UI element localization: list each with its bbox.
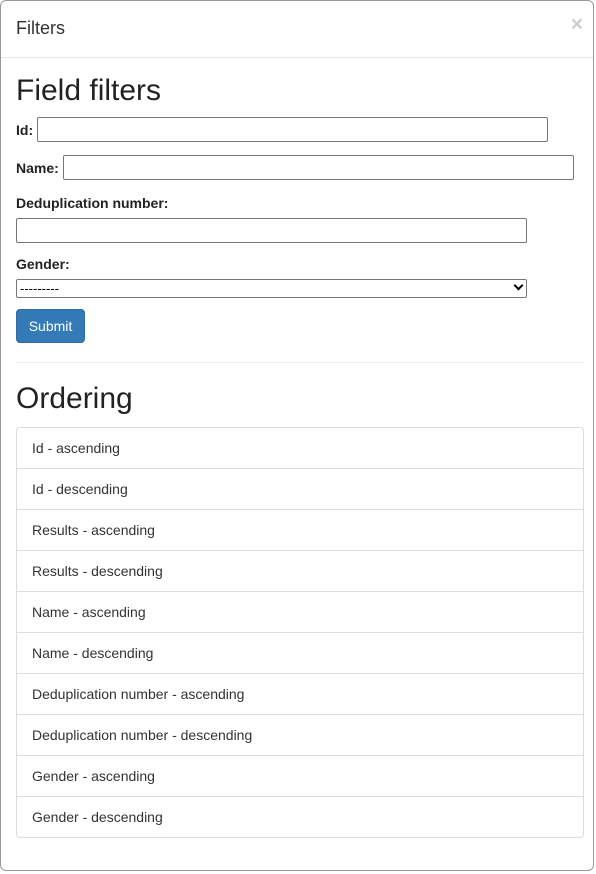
- close-icon[interactable]: ×: [571, 14, 583, 35]
- ordering-item-gender-desc[interactable]: Gender - descending: [17, 796, 583, 837]
- filters-modal: Filters × Field filters Id: Name: Dedupl…: [0, 0, 594, 871]
- gender-select[interactable]: ---------: [16, 279, 527, 298]
- id-input[interactable]: [37, 117, 549, 142]
- ordering-item-gender-asc[interactable]: Gender - ascending: [17, 755, 583, 796]
- dedup-input[interactable]: [16, 218, 527, 243]
- id-filter-row: Id:: [16, 117, 549, 142]
- field-filters-heading: Field filters: [16, 74, 162, 107]
- chevron-down-icon: [513, 280, 524, 291]
- ordering-item-name-desc[interactable]: Name - descending: [17, 632, 583, 673]
- ordering-heading: Ordering: [16, 382, 133, 415]
- ordering-item-id-asc[interactable]: Id - ascending: [17, 428, 583, 468]
- ordering-item-name-asc[interactable]: Name - ascending: [17, 591, 583, 632]
- gender-label: Gender:: [16, 256, 70, 272]
- ordering-item-dedup-desc[interactable]: Deduplication number - descending: [17, 714, 583, 755]
- name-label: Name:: [16, 159, 59, 176]
- ordering-item-results-asc[interactable]: Results - ascending: [17, 509, 583, 550]
- dedup-label: Deduplication number:: [16, 195, 169, 211]
- submit-button[interactable]: Submit: [16, 309, 85, 343]
- ordering-list: Id - ascending Id - descending Results -…: [16, 427, 584, 838]
- name-input[interactable]: [62, 155, 574, 180]
- ordering-item-id-desc[interactable]: Id - descending: [17, 468, 583, 509]
- name-filter-row: Name:: [16, 155, 574, 180]
- gender-selected-value: ---------: [20, 281, 59, 296]
- ordering-item-dedup-asc[interactable]: Deduplication number - ascending: [17, 673, 583, 714]
- modal-title: Filters: [16, 18, 65, 38]
- ordering-item-results-desc[interactable]: Results - descending: [17, 550, 583, 591]
- id-label: Id:: [16, 121, 34, 138]
- divider: [16, 362, 584, 363]
- modal-header: Filters ×: [1, 1, 593, 58]
